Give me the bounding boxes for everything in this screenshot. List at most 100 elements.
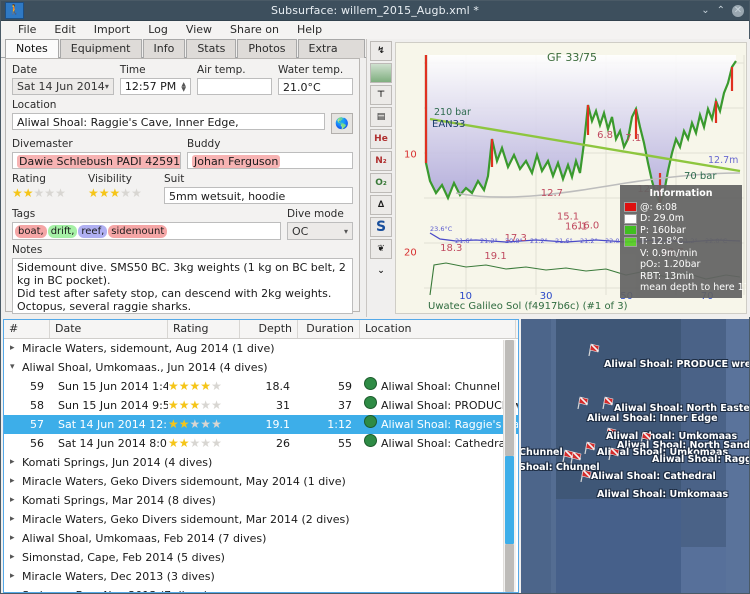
minimize-icon[interactable]: ⌄: [701, 6, 709, 16]
menu-item-help[interactable]: Help: [288, 21, 331, 39]
menu-item-edit[interactable]: Edit: [45, 21, 84, 39]
tab-notes[interactable]: Notes: [5, 39, 59, 59]
scrollbar-thumb-upper[interactable]: [505, 340, 514, 456]
expand-arrow-icon[interactable]: ▾: [10, 358, 22, 377]
trip-label: Aliwal Shoal, Umkomaas, Feb 2014 (7 dive…: [22, 529, 266, 548]
star-4[interactable]: ★: [120, 186, 131, 200]
expand-arrow-icon[interactable]: ▸: [10, 548, 22, 567]
scrollbar-thumb[interactable]: [505, 456, 514, 544]
trip-row[interactable]: ▸Simonstad, Cape, Feb 2014 (5 dives): [4, 548, 518, 567]
photo-icon[interactable]: ❦: [370, 239, 392, 259]
gradient-icon[interactable]: [370, 63, 392, 83]
suit-field[interactable]: 5mm wetsuit, hoodie: [164, 187, 353, 204]
expand-arrow-icon[interactable]: ▸: [10, 529, 22, 548]
expand-arrow-icon[interactable]: ▸: [10, 586, 22, 593]
expand-arrow-icon[interactable]: ▸: [10, 339, 22, 358]
expand-arrow-icon[interactable]: ▸: [10, 567, 22, 586]
heatmap-icon[interactable]: ∆: [370, 195, 392, 215]
ceiling-icon[interactable]: ⊤: [370, 85, 392, 105]
globe-icon[interactable]: 🌎: [331, 113, 353, 134]
diver-down-flag-icon[interactable]: [583, 441, 596, 454]
dive-mode-select[interactable]: OC ▾: [287, 222, 353, 240]
star-5[interactable]: ★: [131, 186, 142, 200]
tab-photos[interactable]: Photos: [237, 39, 296, 58]
menu-item-view[interactable]: View: [177, 21, 221, 39]
column-header-date[interactable]: Date: [50, 320, 168, 338]
scale-icon[interactable]: ↯: [370, 41, 392, 61]
close-icon[interactable]: ✕: [732, 5, 744, 17]
menu-item-import[interactable]: Import: [85, 21, 140, 39]
table-row[interactable]: 56Sat 14 Jun 2014 8:0...★★★★★2655Aliwal …: [4, 434, 518, 453]
tab-stats[interactable]: Stats: [186, 39, 236, 58]
tab-info[interactable]: Info: [143, 39, 186, 58]
star-5[interactable]: ★: [55, 186, 66, 200]
dive-list[interactable]: #DateRatingDepthDurationLocation ▸Miracl…: [3, 319, 519, 593]
oxygen-icon[interactable]: O₂: [370, 173, 392, 193]
tags-field[interactable]: boat,drift,reef,sidemount: [12, 222, 281, 240]
air-temp-field[interactable]: [197, 78, 272, 95]
tag-1[interactable]: drift,: [48, 225, 78, 238]
column-header-duration[interactable]: Duration: [298, 320, 360, 338]
expand-arrow-icon[interactable]: ▸: [10, 491, 22, 510]
menu-item-file[interactable]: File: [9, 21, 45, 39]
spinner-icon[interactable]: ▲▼: [181, 82, 186, 92]
diver-down-flag-icon[interactable]: [587, 343, 600, 356]
notes-textarea[interactable]: Sidemount dive. SMS50 BC. 3kg weights (1…: [12, 258, 353, 314]
star-1[interactable]: ★: [88, 186, 99, 200]
dive-list-scrollbar[interactable]: [503, 340, 516, 592]
trip-row[interactable]: ▸Komati Springs, Jun 2014 (4 dives): [4, 453, 518, 472]
expand-arrow-icon[interactable]: ▸: [10, 510, 22, 529]
column-header-rating[interactable]: Rating: [168, 320, 240, 338]
menu-item-share-on[interactable]: Share on: [221, 21, 288, 39]
column-header-location[interactable]: Location: [360, 320, 516, 338]
date-field[interactable]: Sat 14 Jun 2014 ▾: [12, 78, 114, 95]
diver-down-flag-icon[interactable]: [576, 396, 589, 409]
helium-icon[interactable]: He: [370, 129, 392, 149]
column-header-num[interactable]: #: [4, 320, 50, 338]
tag-0[interactable]: boat,: [15, 225, 47, 238]
buddy-field[interactable]: Johan Ferguson: [187, 152, 353, 169]
more-icon[interactable]: ⌄: [370, 261, 392, 281]
rating-stars[interactable]: ★★★★★: [12, 187, 82, 200]
column-header-depth[interactable]: Depth: [240, 320, 298, 338]
table-row[interactable]: 57Sat 14 Jun 2014 12:...★★★★★19.11:12Ali…: [4, 415, 518, 434]
tab-extra-data[interactable]: Extra data: [298, 39, 365, 58]
trip-row[interactable]: ▸Komati Springs, Mar 2014 (8 dives): [4, 491, 518, 510]
star-3[interactable]: ★: [34, 186, 45, 200]
table-row[interactable]: 58Sun 15 Jun 2014 9:5...★★★★★3137Aliwal …: [4, 396, 518, 415]
expand-arrow-icon[interactable]: ▸: [10, 472, 22, 491]
menu-item-log[interactable]: Log: [139, 21, 177, 39]
trip-row[interactable]: ▸Miracle Waters, Geko Divers sidemount, …: [4, 472, 518, 491]
star-2[interactable]: ★: [23, 186, 34, 200]
trip-row[interactable]: ▸Aliwal Shoal, Umkomaas, Feb 2014 (7 div…: [4, 529, 518, 548]
dive-site-map[interactable]: Aliwal Shoal: PRODUCE wreckAliwal Shoal:…: [521, 319, 749, 593]
profile-chart[interactable]: 1020 10305070 18.319.117.312.715.116.116…: [395, 42, 747, 314]
diver-down-flag-icon[interactable]: [607, 447, 620, 460]
tag-2[interactable]: reef,: [78, 225, 107, 238]
water-temp-field[interactable]: 21.0°C: [278, 78, 353, 95]
trip-row[interactable]: ▸Miracle Waters, Dec 2013 (3 dives): [4, 567, 518, 586]
star-4[interactable]: ★: [44, 186, 55, 200]
expand-arrow-icon[interactable]: ▸: [10, 453, 22, 472]
maximize-icon[interactable]: ⌃: [717, 6, 725, 16]
location-field[interactable]: Aliwal Shoal: Raggie's Cave, Inner Edge,: [12, 113, 325, 130]
star-3[interactable]: ★: [110, 186, 121, 200]
table-row[interactable]: 59Sun 15 Jun 2014 1:4...★★★★★18.459Aliwa…: [4, 377, 518, 396]
tissue-icon[interactable]: ▤: [370, 107, 392, 127]
visibility-stars[interactable]: ★★★★★: [88, 187, 158, 200]
trip-label: Miracle Waters, Geko Divers sidemount, M…: [22, 472, 346, 491]
time-field[interactable]: 12:57 PM ▲▼: [120, 78, 191, 95]
trip-row[interactable]: ▸Sodwana Bay, Nov 2013 (7 dives): [4, 586, 518, 593]
divemaster-field[interactable]: Dawie Schlebush PADI 425911: [12, 152, 181, 169]
tab-equipment[interactable]: Equipment: [60, 39, 142, 58]
scrollbar-track-lower[interactable]: [505, 544, 514, 592]
trip-row[interactable]: ▸Miracle Waters, sidemount, Aug 2014 (1 …: [4, 339, 518, 358]
tag-3[interactable]: sidemount: [108, 225, 167, 238]
diver-down-flag-icon[interactable]: [601, 396, 614, 409]
trip-row[interactable]: ▸Miracle Waters, Geko Divers sidemount, …: [4, 510, 518, 529]
star-1[interactable]: ★: [12, 186, 23, 200]
trip-row[interactable]: ▾Aliwal Shoal, Umkomaas., Jun 2014 (4 di…: [4, 358, 518, 377]
subsurface-icon[interactable]: S: [370, 217, 392, 237]
star-2[interactable]: ★: [99, 186, 110, 200]
nitrogen-icon[interactable]: N₂: [370, 151, 392, 171]
